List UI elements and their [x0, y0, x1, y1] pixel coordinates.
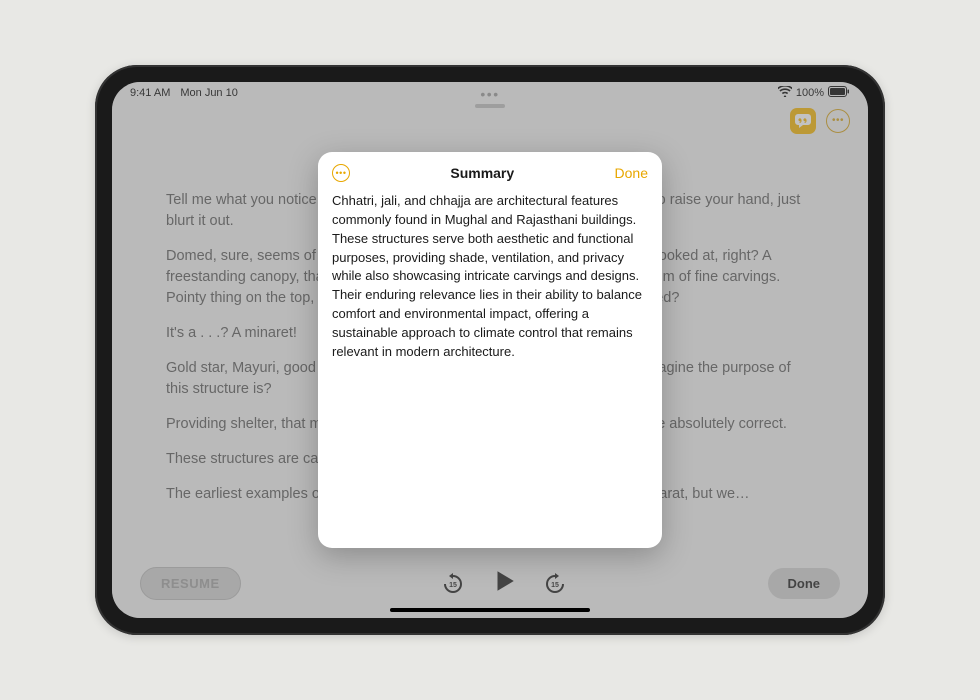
modal-more-button[interactable]: ••• — [332, 164, 350, 182]
home-indicator[interactable] — [390, 608, 590, 612]
summary-modal: ••• Summary Done Chhatri, jali, and chha… — [318, 152, 662, 548]
summary-text: Chhatri, jali, and chhajja are architect… — [332, 192, 648, 362]
screen: 9:41 AM Mon Jun 10 100% ••• ••• — [112, 82, 868, 618]
ipad-frame: 9:41 AM Mon Jun 10 100% ••• ••• — [95, 65, 885, 635]
modal-done-button[interactable]: Done — [615, 165, 648, 181]
modal-title: Summary — [450, 165, 514, 181]
